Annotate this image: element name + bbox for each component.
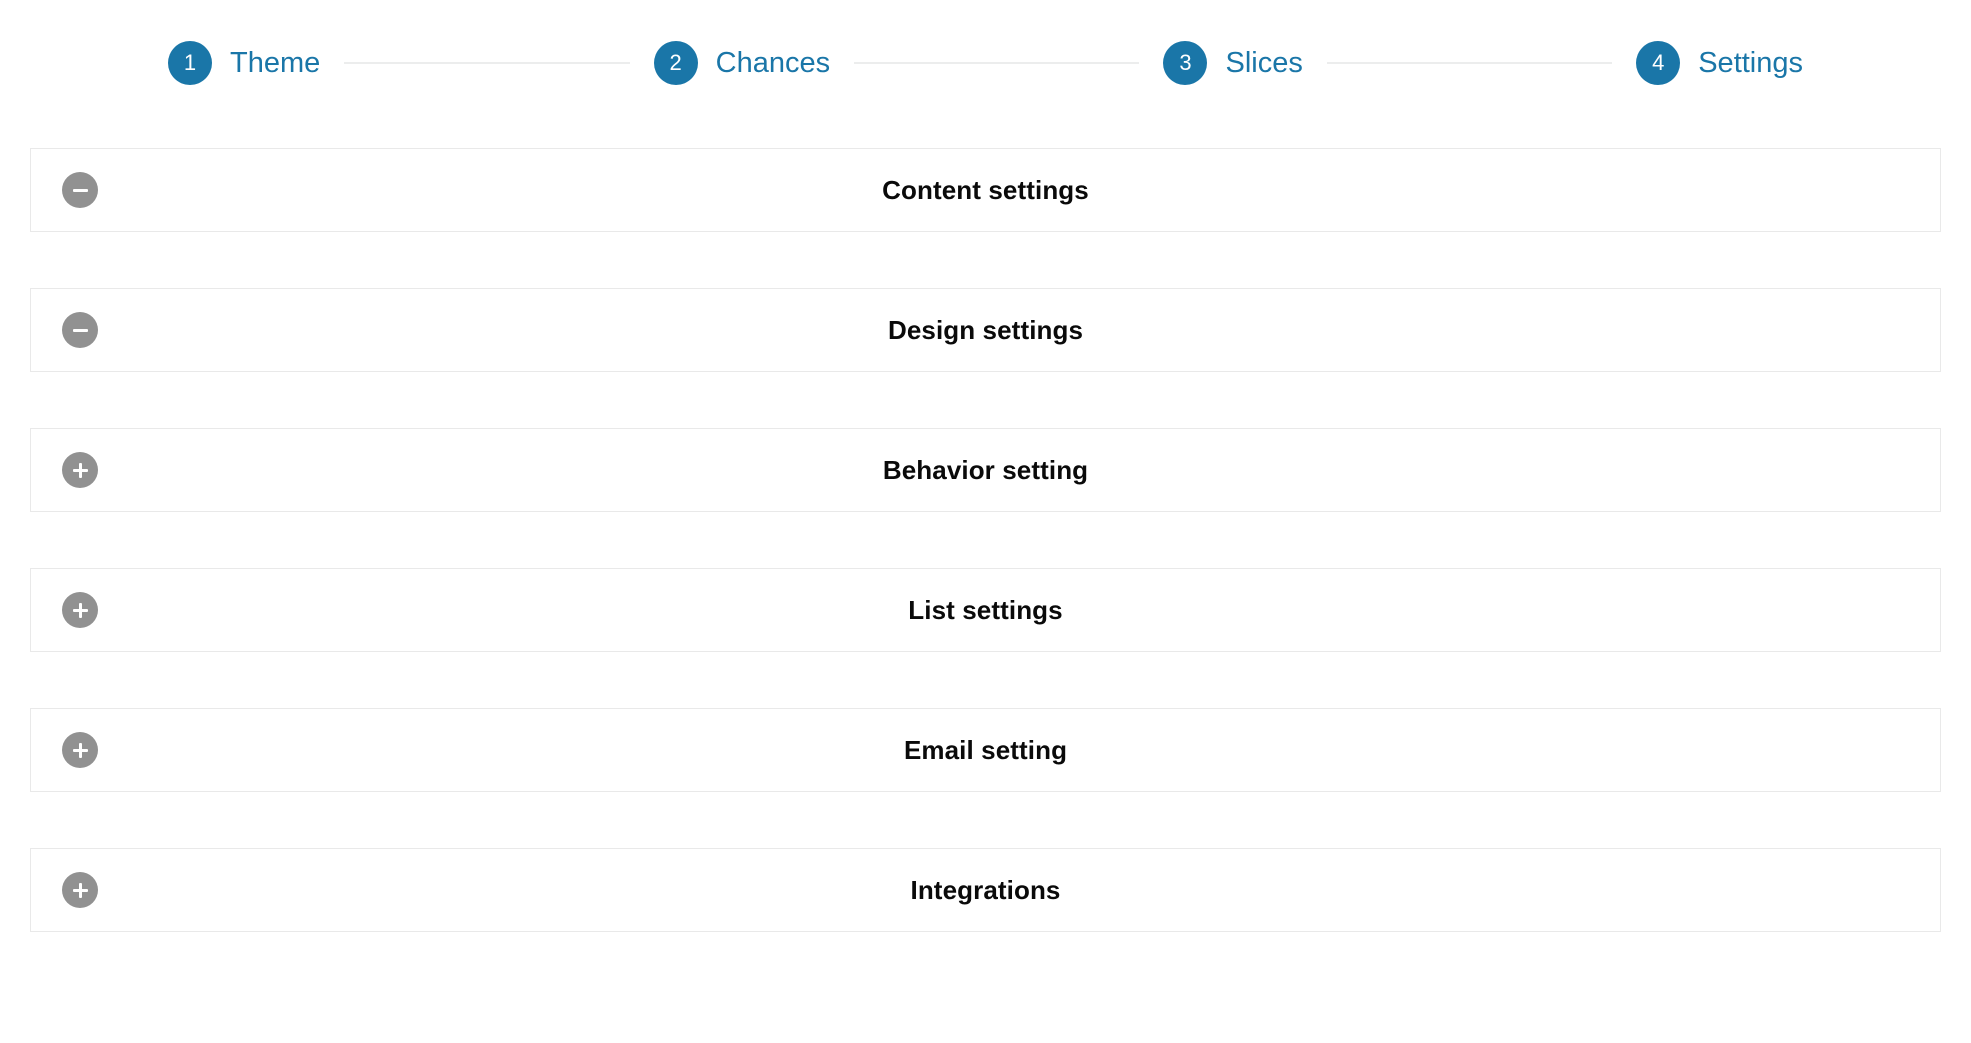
wizard-step-connector [1326,62,1613,64]
accordion-panel[interactable]: Design settings [30,288,1941,372]
wizard-step-label: Chances [715,46,831,79]
wizard-step-theme[interactable]: 1 Theme [168,41,320,85]
minus-icon[interactable] [62,172,98,208]
wizard-step-chances[interactable]: 2 Chances [653,41,831,85]
accordion-panel[interactable]: Behavior setting [30,428,1941,512]
plus-icon[interactable] [62,732,98,768]
accordion-panel[interactable]: List settings [30,568,1941,652]
plus-icon[interactable] [62,592,98,628]
toggle-bar-vertical [78,742,82,758]
toggle-bar-horizontal [72,188,88,192]
accordion-panel-title: List settings [908,595,1063,625]
accordion-panel[interactable]: Content settings [30,148,1941,232]
wizard-step-label: Slices [1225,46,1303,79]
wizard-step-label: Settings [1698,46,1804,79]
accordion-panel-title: Design settings [887,315,1084,345]
accordion-panel-title: Content settings [882,175,1089,205]
accordion-panel-title: Integrations [910,875,1061,905]
wizard-step-settings[interactable]: 4 Settings [1636,41,1803,85]
wizard-step-label: Theme [230,46,321,79]
wizard-step-connector [344,62,630,64]
wizard-step-number-badge: 2 [653,41,698,85]
wizard-step-slices[interactable]: 3 Slices [1163,41,1303,85]
wizard-step-number-badge: 1 [168,41,212,85]
accordion-panel[interactable]: Email setting [30,708,1941,792]
accordion-panel-title: Behavior setting [882,455,1089,485]
toggle-bar-vertical [78,882,82,898]
wizard-stepper: 1 Theme 2 Chances 3 Slices 4 Settings [0,0,1971,118]
wizard-step-number-badge: 4 [1636,41,1681,85]
accordion-panel[interactable]: Integrations [30,848,1941,932]
settings-accordion: Content settings Design settings Behavior … [30,148,1941,932]
minus-icon[interactable] [62,312,98,348]
toggle-bar-horizontal [72,328,88,332]
wizard-step-connector [854,62,1140,64]
toggle-bar-vertical [78,602,82,618]
plus-icon[interactable] [62,452,98,488]
wizard-step-number-badge: 3 [1163,41,1208,85]
accordion-panel-title: Email setting [903,735,1068,765]
plus-icon[interactable] [62,872,98,908]
toggle-bar-vertical [78,462,82,478]
